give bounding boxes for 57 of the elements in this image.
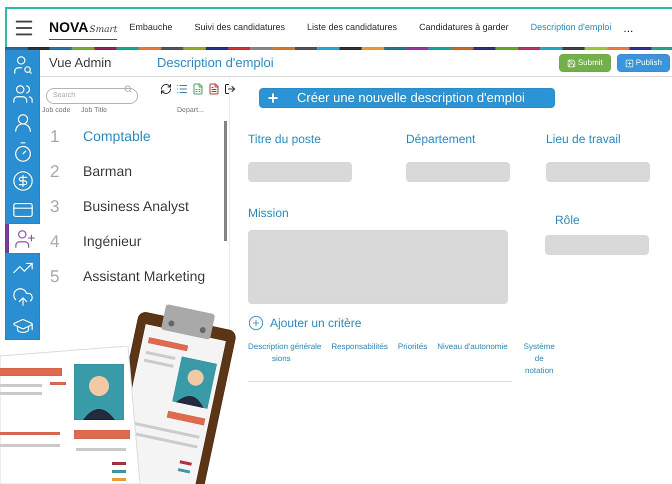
job-code: 3: [49, 196, 60, 218]
add-criterion-link[interactable]: Ajouter un critère: [248, 314, 668, 332]
nav-tab[interactable]: Liste des candidatures: [307, 21, 398, 35]
pdf-file-icon[interactable]: [208, 83, 220, 95]
criterion-tab[interactable]: Description générale: [248, 341, 322, 353]
plus-icon: [624, 58, 634, 68]
add-icon: [248, 315, 264, 331]
more-menu[interactable]: ...: [623, 19, 634, 37]
spreadsheet-file-icon[interactable]: [192, 83, 204, 95]
sidebar-item[interactable]: [5, 195, 40, 224]
scrollbar[interactable]: [224, 121, 227, 241]
criterion-tab[interactable]: Priorités: [398, 341, 428, 353]
exit-icon[interactable]: [224, 83, 236, 95]
field-label: Rôle: [554, 212, 581, 229]
nav-tab[interactable]: Description d'emploi: [530, 21, 612, 35]
criterion-tab[interactable]: Responsabilités: [331, 341, 388, 353]
group-icon: [12, 82, 34, 104]
criterion-tab[interactable]: Système de notation: [518, 341, 555, 377]
job-title[interactable]: Barman: [83, 161, 132, 182]
field-label: Lieu de travail: [546, 131, 622, 148]
search-icon[interactable]: [124, 85, 132, 93]
cloud-upload-icon: [12, 286, 34, 308]
user-search-icon: [12, 54, 34, 76]
publish-button[interactable]: Publish: [616, 54, 670, 72]
job-title[interactable]: Comptable: [83, 126, 151, 147]
text-field[interactable]: [248, 162, 352, 182]
criterion-tab-text: sions: [271, 353, 292, 365]
dollar-icon: [12, 170, 34, 192]
job-title[interactable]: Business Analyst: [83, 196, 189, 217]
job-code: 5: [49, 266, 60, 288]
refresh-icon[interactable]: [160, 83, 172, 95]
nova-smart-logo: NOVASmart: [49, 16, 118, 40]
text-field[interactable]: [546, 162, 650, 182]
field-label: Mission: [248, 205, 290, 222]
sidebar-item[interactable]: [5, 311, 40, 340]
sidebar-item[interactable]: [5, 50, 40, 79]
job-title[interactable]: Assistant Marketing: [83, 266, 206, 287]
create-job-description-button[interactable]: + Créer une nouvelle description d'emploi: [259, 88, 555, 108]
field-label: Département: [406, 131, 476, 148]
text-field[interactable]: [406, 162, 510, 182]
nav-tab[interactable]: Suivi des candidatures: [194, 21, 285, 35]
criterion-tab[interactable]: Niveau d'autonomie: [437, 341, 508, 353]
view-title: Vue Admin: [49, 54, 112, 72]
page-title: Description d'emploi: [157, 54, 274, 72]
role-field[interactable]: [545, 235, 649, 255]
save-icon: [566, 58, 576, 68]
job-code: 2: [49, 160, 60, 183]
job-code: 4: [49, 230, 60, 253]
sidebar-item[interactable]: [5, 253, 40, 282]
field-label: Titre du poste: [248, 131, 322, 148]
add-user-icon: [14, 228, 36, 250]
submit-button[interactable]: Submit: [558, 54, 611, 72]
nav-tab[interactable]: Embauche: [129, 21, 172, 35]
job-title[interactable]: Ingénieur: [83, 231, 142, 252]
job-code: 1: [49, 126, 60, 148]
nav-tab[interactable]: Candidatures à garder: [419, 21, 509, 35]
mission-field[interactable]: [248, 230, 508, 304]
